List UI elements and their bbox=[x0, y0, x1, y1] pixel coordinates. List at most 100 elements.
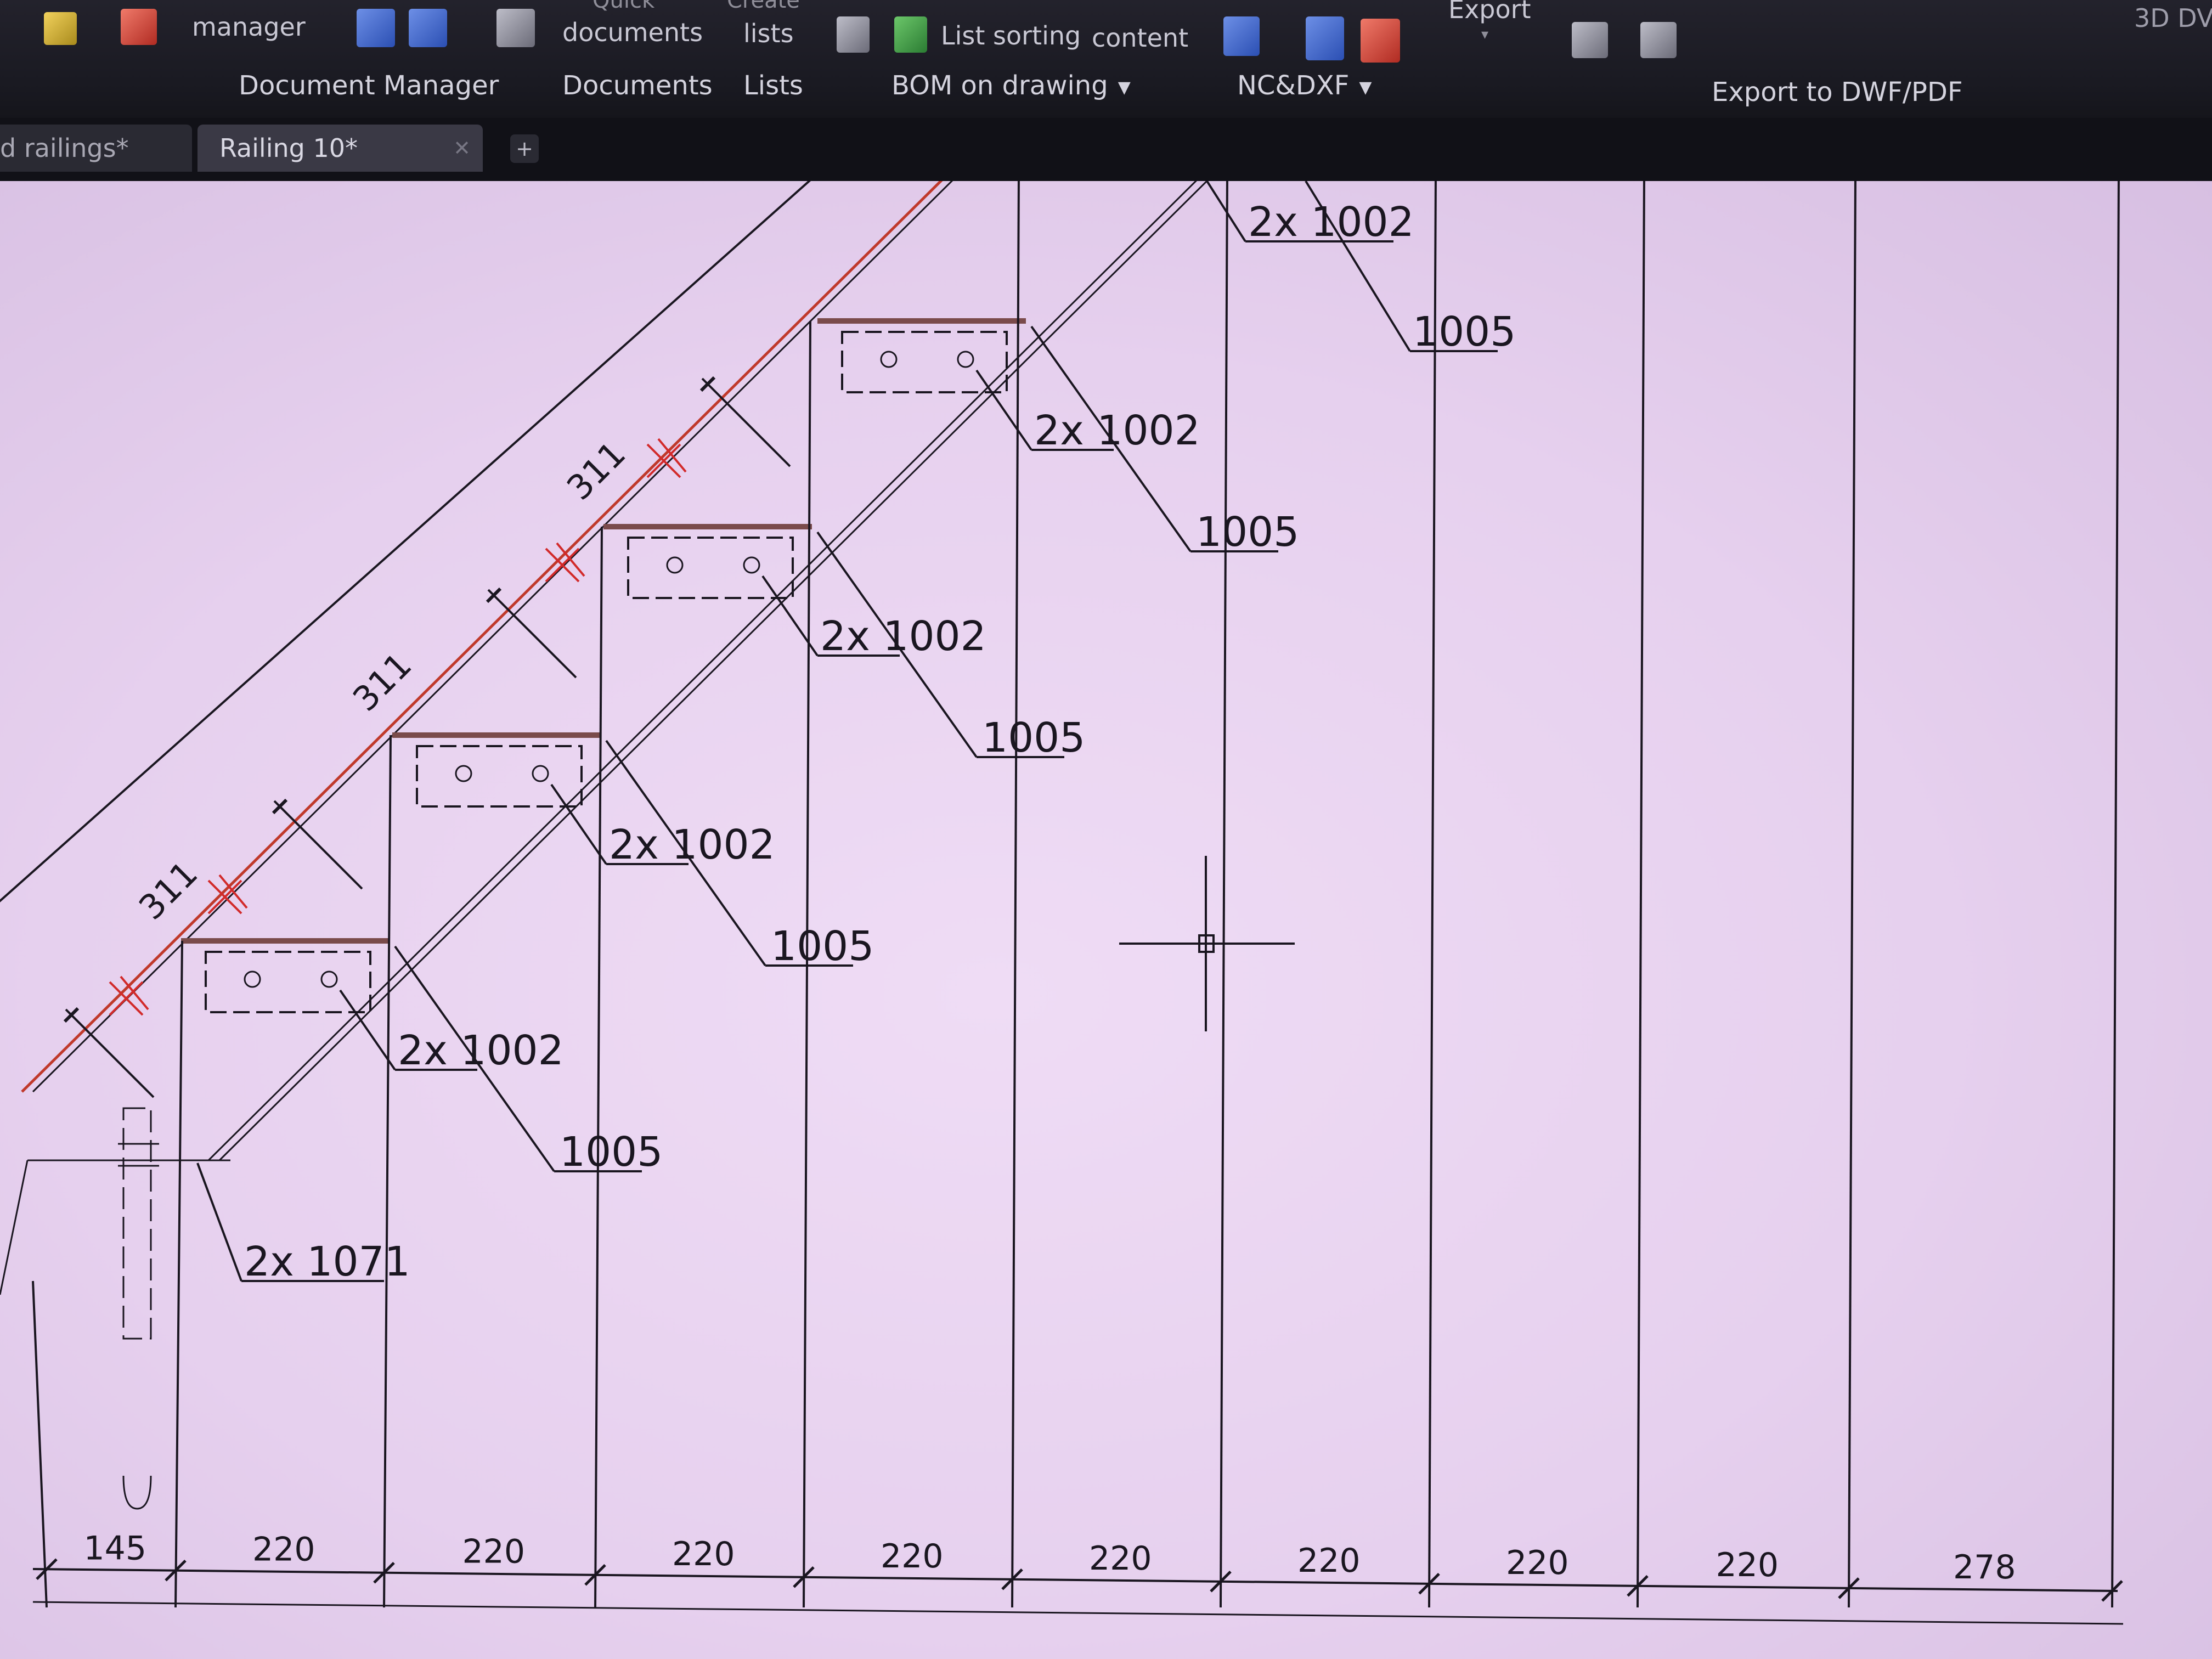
quick-overline: Quick bbox=[592, 0, 655, 13]
bracket-label: 2x 1002 bbox=[1248, 199, 1414, 246]
handrail-marker-3 bbox=[646, 438, 687, 478]
bottom-dim-label: 145 bbox=[84, 1529, 147, 1567]
slope-dim-extension bbox=[487, 589, 577, 679]
floor-line bbox=[32, 1601, 2124, 1625]
bolt-hole bbox=[532, 765, 549, 782]
group-documents: Documents bbox=[562, 70, 713, 101]
railing-post-5 bbox=[1011, 181, 1020, 1608]
group-bom-on-drawing[interactable]: BOM on drawing ▼ bbox=[891, 70, 1131, 101]
bottom-dimensions: 145 220 220 220 220 220 220 220 220 278 bbox=[32, 1529, 2124, 1625]
quick-documents-button[interactable]: documents bbox=[562, 18, 703, 47]
dxf-icon[interactable] bbox=[1306, 16, 1344, 60]
base-left-line bbox=[0, 1160, 29, 1295]
view-3d-button[interactable]: 3D DV bbox=[2134, 3, 2212, 33]
export-button[interactable]: Export bbox=[1448, 0, 1531, 24]
group-lists: Lists bbox=[743, 70, 803, 101]
export-caret-icon[interactable]: ▾ bbox=[1481, 26, 1488, 43]
bolt-hole bbox=[320, 970, 338, 988]
bottom-dim-label: 220 bbox=[252, 1531, 315, 1569]
anchor-bolt bbox=[122, 1107, 152, 1340]
help-icon[interactable] bbox=[44, 12, 77, 45]
new-tab-button[interactable]: + bbox=[510, 134, 539, 163]
bottom-dim-label: 220 bbox=[462, 1533, 526, 1571]
plate-label: 1005 bbox=[1413, 308, 1516, 356]
bolt-hole bbox=[743, 556, 760, 574]
step-bracket bbox=[205, 951, 371, 1013]
handrail-marker-1 bbox=[207, 874, 248, 915]
cursor-crosshair bbox=[1119, 856, 1295, 1031]
step-bracket bbox=[627, 537, 794, 599]
list-icon[interactable] bbox=[837, 16, 870, 53]
railing-post-3 bbox=[594, 526, 603, 1608]
plate-label: 1005 bbox=[1196, 509, 1299, 556]
base-bracket: 2x 1071 bbox=[196, 1163, 410, 1285]
bom-on-drawing-label: BOM on drawing bbox=[891, 70, 1108, 101]
bracket-leader bbox=[550, 783, 607, 865]
nc-dxf-caret-icon: ▼ bbox=[1359, 77, 1372, 97]
nc-icon[interactable] bbox=[1223, 16, 1260, 56]
create-lists-button[interactable]: lists bbox=[743, 19, 794, 48]
content-button[interactable]: content bbox=[1092, 23, 1188, 53]
drawing-canvas[interactable]: 2x 1002 1005 2x 1002 1005 2x 1002 1005 2x 1002… bbox=[0, 181, 2212, 1659]
railing-post-7 bbox=[1428, 181, 1437, 1608]
railing-post-1 bbox=[174, 940, 183, 1608]
slope-dim-label: 311 bbox=[131, 853, 205, 927]
plate-label: 1005 bbox=[982, 714, 1085, 761]
stair-railing-drawing: 2x 1002 1005 2x 1002 1005 2x 1002 1005 2x 1002… bbox=[0, 181, 2124, 1625]
bolt-hole bbox=[244, 970, 261, 988]
railing-post-0 bbox=[32, 1280, 48, 1608]
bolt-hole bbox=[957, 351, 974, 368]
create-overline: Create bbox=[727, 0, 800, 13]
slope-dim-extension bbox=[701, 377, 791, 467]
documents-icon-b[interactable] bbox=[409, 9, 447, 47]
bracket-label: 2x 1002 bbox=[398, 1027, 564, 1074]
slope-dim-extension bbox=[65, 1008, 155, 1098]
bottom-dim-label: 220 bbox=[1089, 1539, 1152, 1578]
export-dwf-icon[interactable] bbox=[1572, 22, 1608, 58]
bottom-dim-label: 220 bbox=[881, 1537, 944, 1576]
group-document-manager: Document Manager bbox=[239, 70, 499, 101]
plate-label: 1005 bbox=[771, 923, 874, 970]
railing-post-8 bbox=[1637, 181, 1645, 1608]
bottom-dimension-line bbox=[32, 1568, 2118, 1592]
bottom-dim-label: 278 bbox=[1953, 1548, 2016, 1587]
stair-step-2: 2x 1002 1005 bbox=[603, 524, 1085, 761]
base-bracket-label: 2x 1071 bbox=[244, 1238, 410, 1285]
pdf-icon[interactable] bbox=[1361, 19, 1400, 63]
bracket-label: 2x 1002 bbox=[820, 613, 986, 660]
step-bracket bbox=[416, 745, 583, 808]
step-bracket bbox=[841, 331, 1008, 393]
bottom-dim-label: 220 bbox=[1506, 1544, 1569, 1582]
group-nc-dxf[interactable]: NC&DXF ▼ bbox=[1237, 70, 1372, 101]
bottom-dim-label: 220 bbox=[1716, 1546, 1779, 1584]
bolt-hole bbox=[666, 556, 684, 574]
close-icon[interactable]: ✕ bbox=[453, 125, 471, 172]
export-pdf-icon[interactable] bbox=[1640, 22, 1677, 58]
drawing-icon[interactable] bbox=[496, 9, 535, 47]
tab-railing-10[interactable]: Railing 10* ✕ bbox=[198, 125, 483, 172]
handrail-marker-2 bbox=[545, 542, 585, 583]
railing-post-6 bbox=[1220, 181, 1228, 1608]
tab-label: d railings* bbox=[0, 133, 129, 163]
manager-button[interactable]: manager bbox=[192, 12, 306, 42]
railing-post-10 bbox=[2111, 181, 2120, 1608]
stair-steps: 2x 1002 1005 2x 1002 1005 2x 1002 1005 2x 1002… bbox=[181, 181, 1516, 1285]
bracket-label: 2x 1002 bbox=[1034, 407, 1200, 454]
group-export-dwf-pdf: Export to DWF/PDF bbox=[1712, 77, 1963, 108]
railing-post-2 bbox=[383, 735, 392, 1608]
stair-step-0: 2x 1002 1005 bbox=[181, 938, 663, 1176]
bolt-hole bbox=[455, 765, 472, 782]
list-sorting-button[interactable]: List sorting bbox=[941, 21, 1081, 50]
documents-icon-a[interactable] bbox=[357, 9, 395, 47]
railing-post-9 bbox=[1848, 181, 1857, 1608]
bottom-dim-label: 220 bbox=[1297, 1542, 1361, 1580]
bottom-dim-label: 220 bbox=[672, 1535, 735, 1573]
document-manager-icon[interactable] bbox=[121, 9, 157, 45]
tab-railings[interactable]: d railings* bbox=[0, 125, 192, 172]
stair-step-1: 2x 1002 1005 bbox=[392, 732, 874, 970]
plate-label: 1005 bbox=[560, 1128, 663, 1176]
bolt-hole bbox=[880, 351, 898, 368]
ribbon: manager Quick documents Create lists Lis… bbox=[0, 0, 2212, 118]
anchor-hook bbox=[122, 1475, 152, 1510]
list-sorting-icon[interactable] bbox=[894, 16, 927, 53]
